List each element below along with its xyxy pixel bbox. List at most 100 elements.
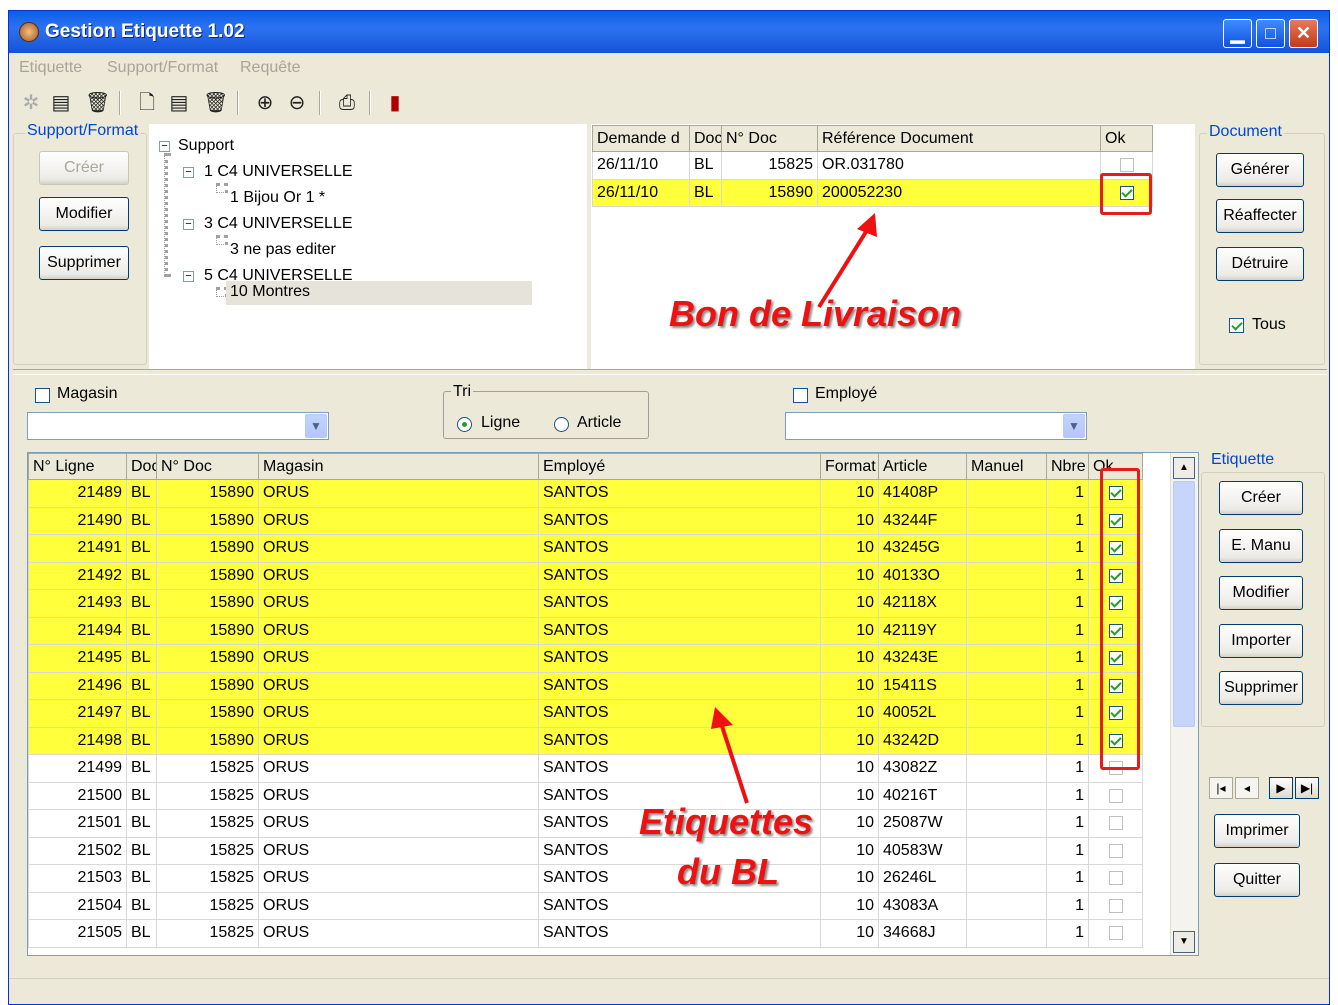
label-row[interactable]: 21501 BL 15825 ORUS SANTOS 10 25087W 1 <box>28 809 1143 838</box>
minimize-button[interactable]: ▁ <box>1223 19 1252 48</box>
exit-door-icon[interactable]: ▮ <box>383 91 407 115</box>
label-magasin[interactable]: ORUS <box>258 479 539 508</box>
tree-node[interactable]: 1 C4 UNIVERSELLE <box>204 163 353 181</box>
label-row[interactable]: 21499 BL 15825 ORUS SANTOS 10 43082Z 1 <box>28 754 1143 783</box>
label-format[interactable]: 10 <box>820 616 879 645</box>
label-line-number[interactable]: 21489 <box>28 479 127 508</box>
label-doc-number[interactable]: 15890 <box>156 699 259 728</box>
label-manuel[interactable] <box>966 699 1047 728</box>
label-row[interactable]: 21493 BL 15890 ORUS SANTOS 10 42118X 1 <box>28 589 1143 618</box>
label-format[interactable]: 10 <box>820 699 879 728</box>
document-reference[interactable]: 200052230 <box>817 178 1101 207</box>
label-format[interactable]: 10 <box>820 836 879 865</box>
zoom-out-icon[interactable]: ⊖ <box>285 91 309 115</box>
label-row[interactable]: 21500 BL 15825 ORUS SANTOS 10 40216T 1 <box>28 781 1143 810</box>
label-employe[interactable]: SANTOS <box>538 644 821 673</box>
label-article[interactable]: 15411S <box>878 671 967 700</box>
label-doc-number[interactable]: 15825 <box>156 891 259 920</box>
label-magasin[interactable]: ORUS <box>258 589 539 618</box>
label-row[interactable]: 21491 BL 15890 ORUS SANTOS 10 43245G 1 <box>28 534 1143 563</box>
label-nbre[interactable]: 1 <box>1046 726 1089 755</box>
label-format[interactable]: 10 <box>820 891 879 920</box>
trash-support-icon[interactable]: 🗑 <box>85 91 110 115</box>
label-article[interactable]: 40052L <box>878 699 967 728</box>
label-ok-checkbox[interactable] <box>1108 926 1123 941</box>
label-article[interactable]: 40133O <box>878 561 967 590</box>
label-magasin[interactable]: ORUS <box>258 919 539 948</box>
label-nbre[interactable]: 1 <box>1046 699 1089 728</box>
zoom-in-icon[interactable]: ⊕ <box>253 91 277 115</box>
label-doc-number[interactable]: 15890 <box>156 671 259 700</box>
label-employe[interactable]: SANTOS <box>538 891 821 920</box>
label-manuel[interactable] <box>966 506 1047 535</box>
label-line-number[interactable]: 21499 <box>28 754 127 783</box>
label-format[interactable]: 10 <box>820 726 879 755</box>
label-line-number[interactable]: 21501 <box>28 809 127 838</box>
label-manuel[interactable] <box>966 616 1047 645</box>
col-header-article[interactable]: Article <box>878 453 967 480</box>
label-doc-type[interactable]: BL <box>126 534 157 563</box>
label-manuel[interactable] <box>966 836 1047 865</box>
label-doc-type[interactable]: BL <box>126 726 157 755</box>
label-doc-type[interactable]: BL <box>126 589 157 618</box>
label-ok-checkbox[interactable] <box>1108 898 1123 913</box>
label-employe[interactable]: SANTOS <box>538 616 821 645</box>
label-format[interactable]: 10 <box>820 754 879 783</box>
previous-record-icon[interactable]: ◂ <box>1235 777 1259 799</box>
label-row[interactable]: 21494 BL 15890 ORUS SANTOS 10 42119Y 1 <box>28 616 1143 645</box>
label-doc-number[interactable]: 15890 <box>156 506 259 535</box>
new-document-icon[interactable]: 🗋 <box>135 91 159 115</box>
label-format[interactable]: 10 <box>820 534 879 563</box>
tri-article-radio[interactable] <box>554 417 569 432</box>
label-line-number[interactable]: 21493 <box>28 589 127 618</box>
label-manuel[interactable] <box>966 809 1047 838</box>
label-article[interactable]: 42118X <box>878 589 967 618</box>
tri-ligne-radio[interactable] <box>457 417 472 432</box>
label-doc-type[interactable]: BL <box>126 561 157 590</box>
support-tree[interactable]: − Support − 1 C4 UNIVERSELLE 1 Bijou Or … <box>149 124 587 369</box>
trash-document-icon[interactable]: 🗑 <box>203 91 228 115</box>
splitter[interactable] <box>13 369 1327 375</box>
label-doc-type[interactable]: BL <box>126 781 157 810</box>
label-magasin[interactable]: ORUS <box>258 671 539 700</box>
col-header-reference[interactable]: Référence Document <box>817 125 1101 152</box>
label-nbre[interactable]: 1 <box>1046 864 1089 893</box>
document-row[interactable]: 26/11/10 BL 15825 OR.031780 <box>592 151 1153 180</box>
label-row[interactable]: 21490 BL 15890 ORUS SANTOS 10 43244F 1 <box>28 506 1143 535</box>
label-row[interactable]: 21502 BL 15825 ORUS SANTOS 10 40583W 1 <box>28 836 1143 865</box>
label-doc-type[interactable]: BL <box>126 891 157 920</box>
label-nbre[interactable]: 1 <box>1046 561 1089 590</box>
label-doc-type[interactable]: BL <box>126 836 157 865</box>
label-line-number[interactable]: 21494 <box>28 616 127 645</box>
label-employe[interactable]: SANTOS <box>538 919 821 948</box>
label-format[interactable]: 10 <box>820 589 879 618</box>
label-magasin[interactable]: ORUS <box>258 616 539 645</box>
collapse-icon[interactable]: − <box>183 219 194 230</box>
label-nbre[interactable]: 1 <box>1046 479 1089 508</box>
label-line-number[interactable]: 21505 <box>28 919 127 948</box>
label-line-number[interactable]: 21497 <box>28 699 127 728</box>
label-employe[interactable]: SANTOS <box>538 754 821 783</box>
label-doc-number[interactable]: 15890 <box>156 616 259 645</box>
label-doc-type[interactable]: BL <box>126 616 157 645</box>
label-article[interactable]: 43243E <box>878 644 967 673</box>
label-article[interactable]: 42119Y <box>878 616 967 645</box>
label-employe[interactable]: SANTOS <box>538 671 821 700</box>
create-support-button[interactable]: Créer <box>39 151 129 185</box>
delete-label-button[interactable]: Supprimer <box>1219 671 1303 705</box>
label-magasin[interactable]: ORUS <box>258 506 539 535</box>
label-magasin[interactable]: ORUS <box>258 699 539 728</box>
label-ok-checkbox[interactable] <box>1108 871 1123 886</box>
label-magasin[interactable]: ORUS <box>258 781 539 810</box>
chevron-down-icon[interactable]: ▼ <box>1063 414 1085 438</box>
col-header-manuel[interactable]: Manuel <box>966 453 1047 480</box>
label-nbre[interactable]: 1 <box>1046 781 1089 810</box>
label-ok-checkbox[interactable] <box>1108 843 1123 858</box>
employe-checkbox[interactable] <box>793 388 808 403</box>
label-article[interactable]: 26246L <box>878 864 967 893</box>
label-doc-number[interactable]: 15825 <box>156 781 259 810</box>
label-doc-number[interactable]: 15890 <box>156 561 259 590</box>
tree-leaf[interactable]: 3 ne pas editer <box>230 241 336 259</box>
label-nbre[interactable]: 1 <box>1046 891 1089 920</box>
modify-label-button[interactable]: Modifier <box>1219 576 1303 610</box>
